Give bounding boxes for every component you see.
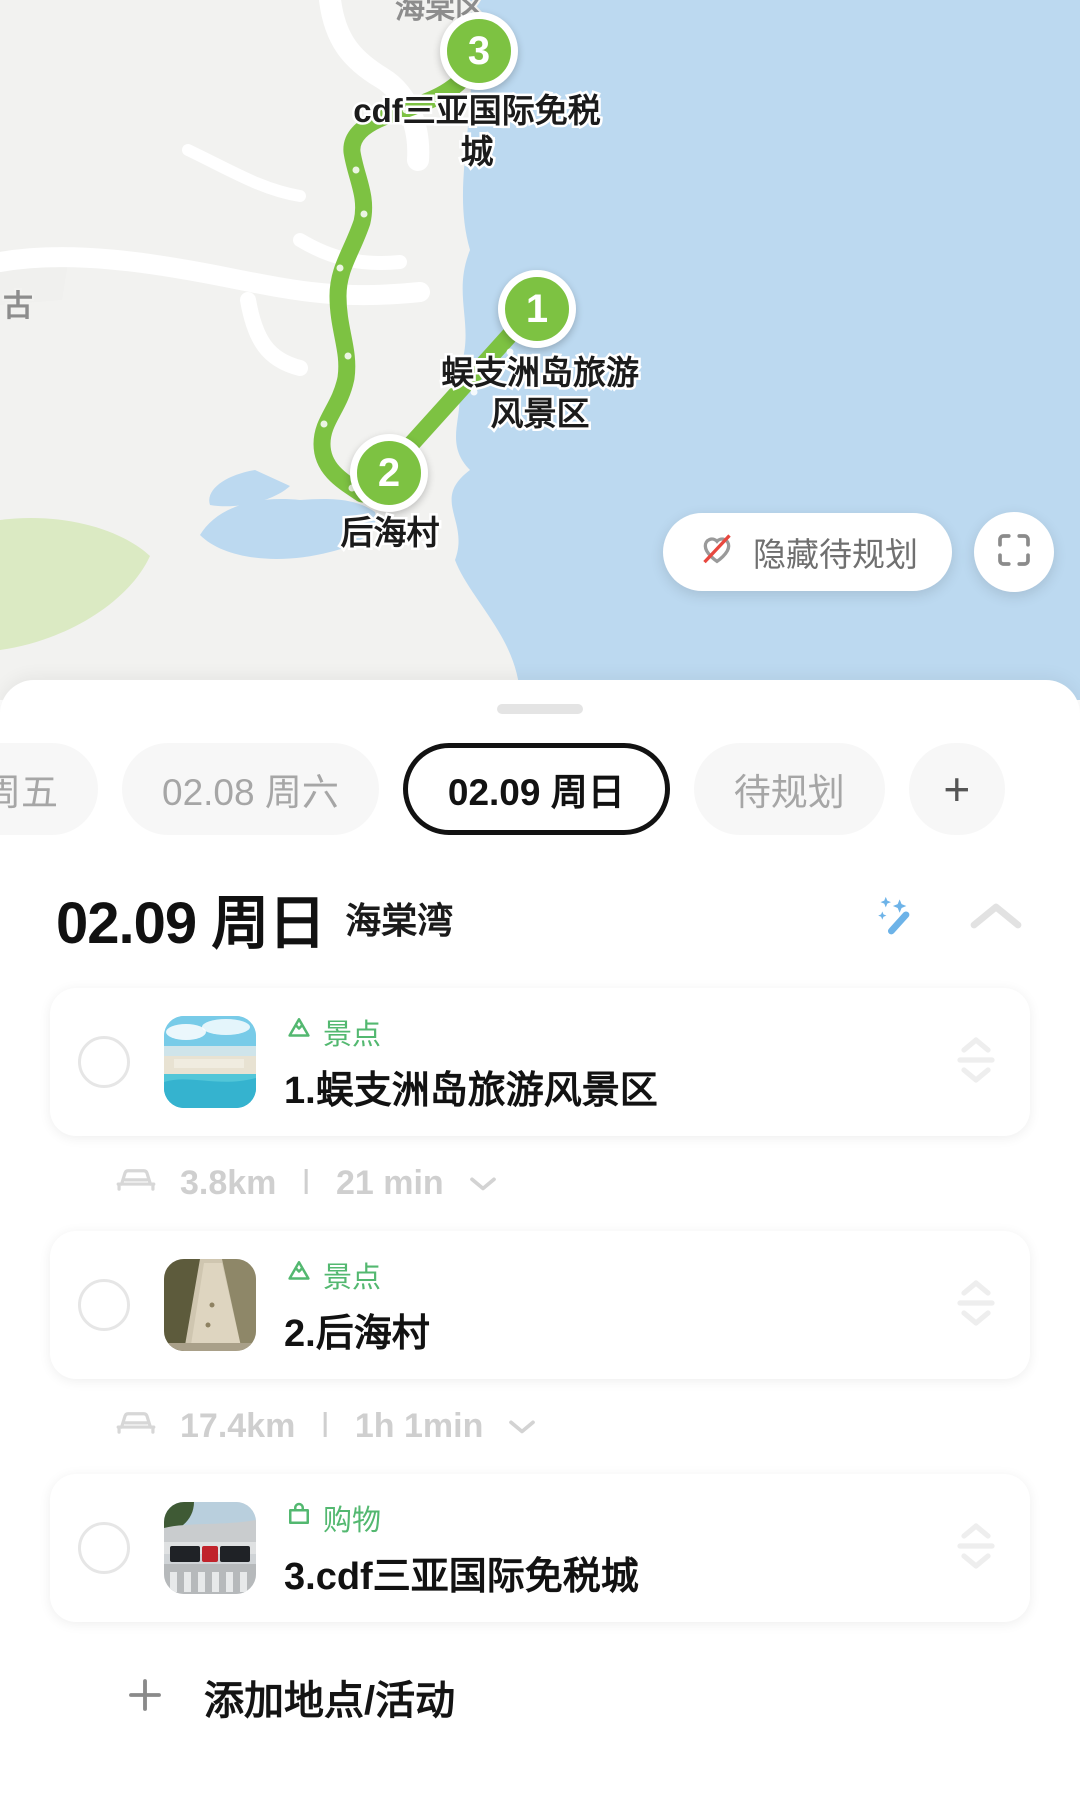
shopping-bag-icon [284, 1499, 314, 1537]
chevron-up-icon[interactable] [968, 899, 1024, 938]
item-title: 3.cdf三亚国际免税城 [284, 1555, 639, 1598]
item-title: 1.蜈支洲岛旅游风景区 [284, 1069, 658, 1112]
day-tabs[interactable]: 周五 02.08 周六 02.09 周日 待规划 + [0, 714, 1080, 835]
heart-slash-icon [697, 528, 737, 576]
map-district-label: 海棠区 [393, 0, 487, 27]
travel-leg[interactable]: 3.8km l 21 min [50, 1136, 1030, 1231]
item-thumbnail[interactable] [164, 1502, 256, 1594]
tab-unplanned-label: 待规划 [733, 772, 845, 813]
item-tag: 景点 [284, 1011, 954, 1053]
item-thumbnail[interactable] [164, 1259, 256, 1351]
item-body: 景点 1.蜈支洲岛旅游风景区 [284, 1011, 954, 1114]
tab-day-0[interactable]: 周五 [0, 743, 98, 835]
itinerary-list: 景点 1.蜈支洲岛旅游风景区 3.8km l 21 min 景点 2.后海村 1… [0, 988, 1080, 1726]
hide-unplanned-label: 隐藏待规划 [753, 536, 918, 573]
day-header-date: 02.09 周日 [56, 891, 326, 956]
map-marker-2[interactable]: 2 [350, 434, 428, 512]
map-marker-3[interactable]: 3 [440, 12, 518, 90]
map-marker-2-number: 2 [377, 450, 401, 495]
map-controls: 隐藏待规划 [663, 512, 1054, 592]
day-header-place: 海棠湾 [345, 900, 454, 941]
plus-icon: + [943, 763, 971, 815]
item-title: 2.后海村 [284, 1312, 430, 1355]
tab-day-0-label: 周五 [0, 772, 58, 813]
leg-separator: l [321, 1407, 329, 1445]
map-marker-3-number: 3 [467, 28, 491, 73]
mountain-icon [284, 1013, 314, 1051]
mountain-icon [284, 1256, 314, 1294]
plus-icon [124, 1674, 166, 1721]
car-icon [114, 1405, 158, 1448]
sheet-drag-handle[interactable] [497, 704, 583, 714]
map-marker-1[interactable]: 1 [498, 270, 576, 348]
travel-leg[interactable]: 17.4km l 1h 1min [50, 1379, 1030, 1474]
tab-day-1[interactable]: 02.08 周六 [122, 743, 379, 835]
tab-day-2-label: 02.09 周日 [447, 772, 625, 813]
item-tag: 购物 [284, 1497, 954, 1539]
hide-unplanned-button[interactable]: 隐藏待规划 [663, 513, 952, 591]
chevron-down-icon[interactable] [505, 1407, 539, 1446]
item-tag-label: 购物 [323, 1504, 382, 1537]
map-marker-1-number: 1 [525, 286, 549, 331]
leg-separator: l [302, 1164, 310, 1202]
item-checkbox[interactable] [78, 1036, 130, 1088]
item-tag-label: 景点 [323, 1018, 382, 1051]
item-checkbox[interactable] [78, 1522, 130, 1574]
leg-duration: 21 min [335, 1164, 444, 1202]
map-fullscreen-button[interactable] [974, 512, 1054, 592]
map-marker-3-label: cdf三亚国际免税城 [351, 90, 604, 173]
reorder-handle-icon[interactable] [954, 1520, 998, 1577]
item-thumbnail[interactable] [164, 1016, 256, 1108]
reorder-handle-icon[interactable] [954, 1277, 998, 1334]
magic-wand-icon[interactable] [868, 890, 920, 947]
map-marker-2-label: 后海村 [338, 511, 442, 553]
item-tag: 景点 [284, 1254, 954, 1296]
map-west-label: 古 [1, 288, 35, 325]
itinerary-screen: 海棠区 古 3 cdf三亚国际免税城 1 蜈支洲岛旅游 风景区 2 后海村 隐藏… [0, 0, 1080, 1800]
item-body: 购物 3.cdf三亚国际免税城 [284, 1497, 954, 1600]
item-tag-label: 景点 [323, 1261, 382, 1294]
leg-distance: 17.4km [180, 1407, 296, 1445]
car-icon [114, 1162, 158, 1205]
map-marker-1-label: 蜈支洲岛旅游 风景区 [439, 352, 642, 435]
item-checkbox[interactable] [78, 1279, 130, 1331]
reorder-handle-icon[interactable] [954, 1034, 998, 1091]
itinerary-sheet: 周五 02.08 周六 02.09 周日 待规划 + 02.09 周日 海棠湾 [0, 680, 1080, 1800]
fullscreen-icon [993, 529, 1035, 576]
item-body: 景点 2.后海村 [284, 1254, 954, 1357]
add-place-label: 添加地点/活动 [204, 1679, 456, 1723]
tab-day-2[interactable]: 02.09 周日 [402, 743, 670, 835]
leg-distance: 3.8km [180, 1164, 277, 1202]
day-header: 02.09 周日 海棠湾 [0, 830, 1080, 988]
list-item[interactable]: 景点 1.蜈支洲岛旅游风景区 [50, 988, 1030, 1136]
list-item[interactable]: 购物 3.cdf三亚国际免税城 [50, 1474, 1030, 1622]
tab-unplanned[interactable]: 待规划 [693, 743, 885, 835]
list-item[interactable]: 景点 2.后海村 [50, 1231, 1030, 1379]
leg-duration: 1h 1min [354, 1407, 484, 1445]
add-place-button[interactable]: 添加地点/活动 [50, 1622, 1030, 1726]
add-day-button[interactable]: + [908, 743, 1005, 835]
map-canvas[interactable]: 海棠区 古 3 cdf三亚国际免税城 1 蜈支洲岛旅游 风景区 2 后海村 隐藏… [0, 0, 1080, 700]
chevron-down-icon[interactable] [466, 1164, 500, 1203]
tab-day-1-label: 02.08 周六 [162, 772, 339, 813]
